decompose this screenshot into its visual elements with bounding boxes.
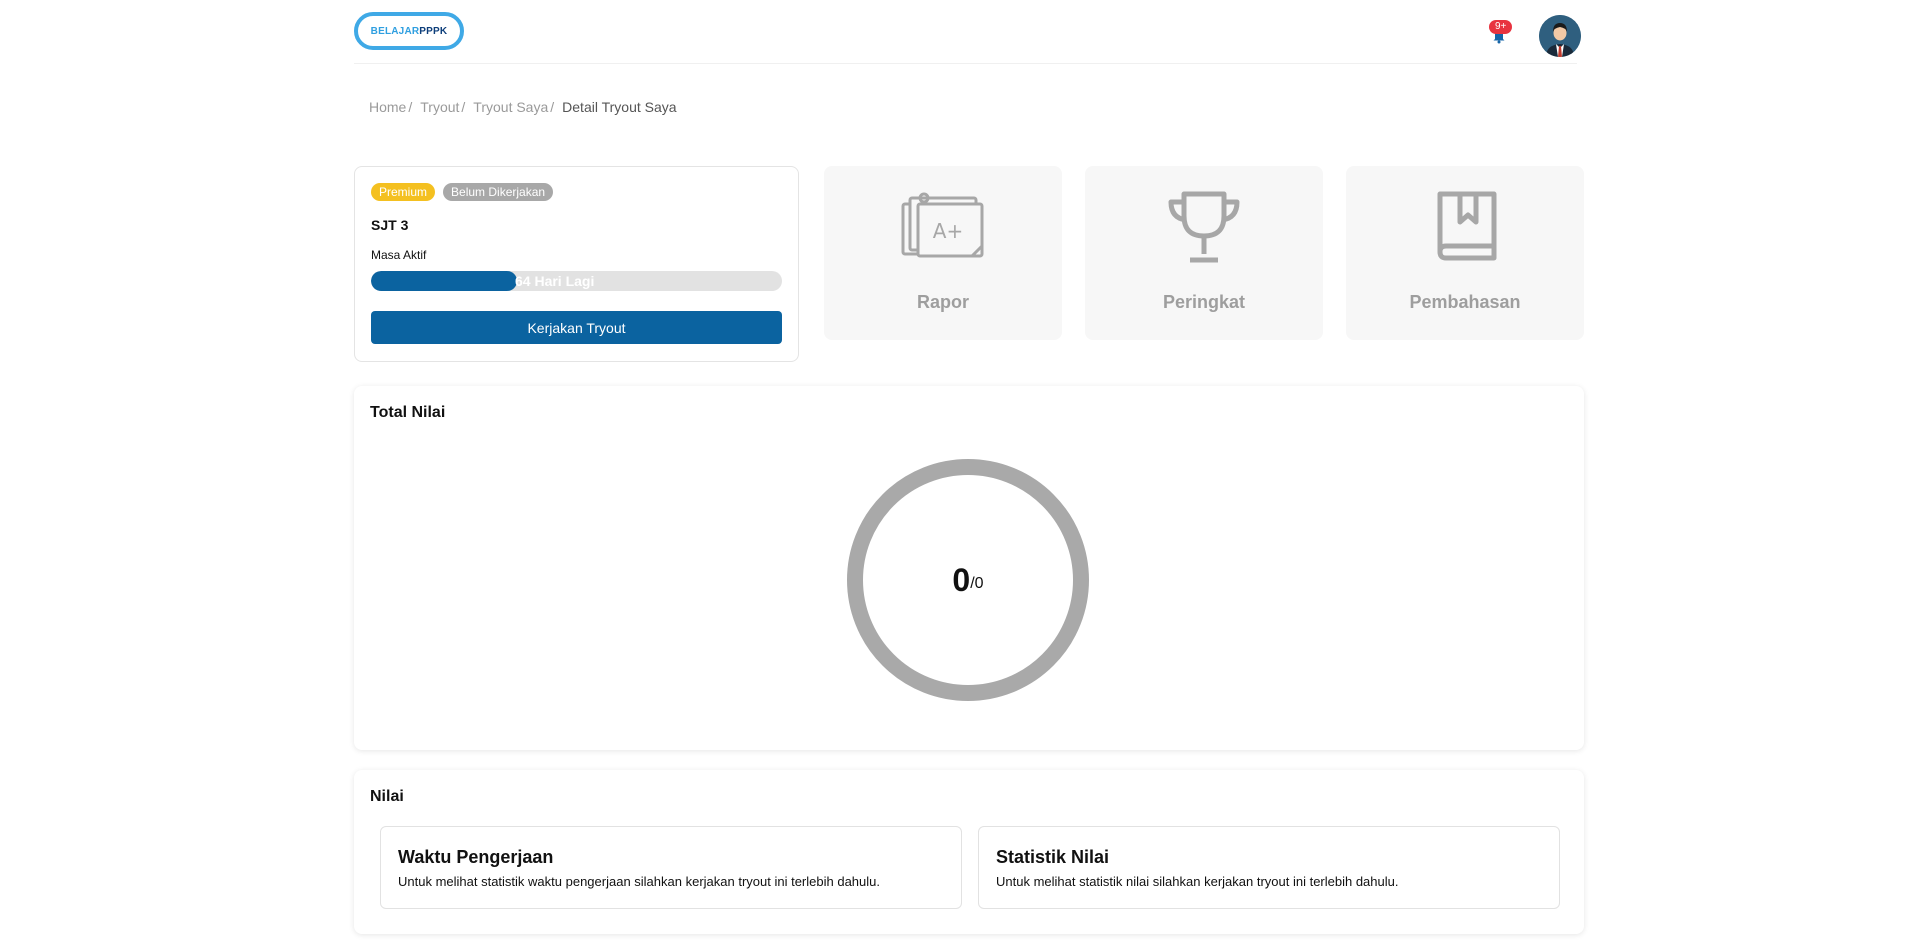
masa-aktif-label: Masa Aktif [371, 248, 427, 262]
status-badge: Belum Dikerjakan [443, 183, 554, 201]
rapor-card[interactable]: A+ Rapor [824, 166, 1062, 340]
premium-badge: Premium [371, 183, 436, 201]
pembahasan-card[interactable]: Pembahasan [1346, 166, 1584, 340]
logo[interactable]: BELAJAR PPPK [354, 12, 464, 50]
breadcrumb-tryout[interactable]: Tryout / [420, 99, 465, 115]
bookmark-book-icon [1437, 191, 1497, 261]
score-gauge-text: 0/0 [846, 458, 1090, 702]
score-max: /0 [970, 575, 984, 592]
total-nilai-panel: Total Nilai 0/0 [354, 386, 1584, 750]
notification-count-badge: 9+ [1489, 20, 1513, 34]
pembahasan-label: Pembahasan [1409, 292, 1521, 312]
svg-text:A+: A+ [933, 219, 963, 243]
waktu-pengerjaan-heading: Waktu Pengerjaan [398, 847, 554, 867]
breadcrumb-home[interactable]: Home / [369, 99, 412, 115]
tryout-title: SJT 3 [371, 217, 409, 233]
user-avatar-icon [1539, 15, 1581, 57]
waktu-pengerjaan-box: Waktu Pengerjaan Untuk melihat statistik… [380, 826, 962, 909]
waktu-pengerjaan-text: Untuk melihat statistik waktu pengerjaan… [398, 874, 880, 889]
score-value: 0 [952, 561, 971, 598]
total-nilai-title: Total Nilai [370, 404, 446, 421]
masa-aktif-progress-fill [371, 271, 517, 291]
breadcrumb-current: Detail Tryout Saya [562, 99, 677, 115]
rapor-label: Rapor [916, 292, 969, 312]
peringkat-card[interactable]: Peringkat [1085, 166, 1323, 340]
nilai-title: Nilai [370, 788, 404, 805]
report-card-icon: A+ [901, 192, 984, 258]
tryout-info-card: Premium Belum Dikerjakan SJT 3 Masa Akti… [354, 166, 799, 362]
logo-text-part2: PPPK [419, 25, 448, 37]
kerjakan-tryout-button[interactable]: Kerjakan Tryout [371, 311, 782, 344]
breadcrumb-tryout-saya[interactable]: Tryout Saya / [473, 99, 554, 115]
tryout-badges: Premium Belum Dikerjakan [371, 183, 554, 201]
nilai-panel: Nilai Waktu Pengerjaan Untuk melihat sta… [354, 770, 1584, 934]
top-bar: BELAJAR PPPK 9+ [354, 0, 1581, 64]
statistik-nilai-box: Statistik Nilai Untuk melihat statistik … [978, 826, 1560, 909]
user-avatar[interactable] [1539, 15, 1581, 57]
remaining-days-label: 64 Hari Lagi [515, 273, 595, 289]
statistik-nilai-heading: Statistik Nilai [996, 847, 1110, 867]
logo-text-part1: BELAJAR [370, 25, 420, 37]
trophy-icon [1168, 191, 1240, 263]
peringkat-label: Peringkat [1162, 292, 1246, 312]
breadcrumb: Home / Tryout / Tryout Saya / Detail Tryout… [369, 99, 677, 115]
statistik-nilai-text: Untuk melihat statistik nilai silahkan k… [996, 874, 1399, 889]
